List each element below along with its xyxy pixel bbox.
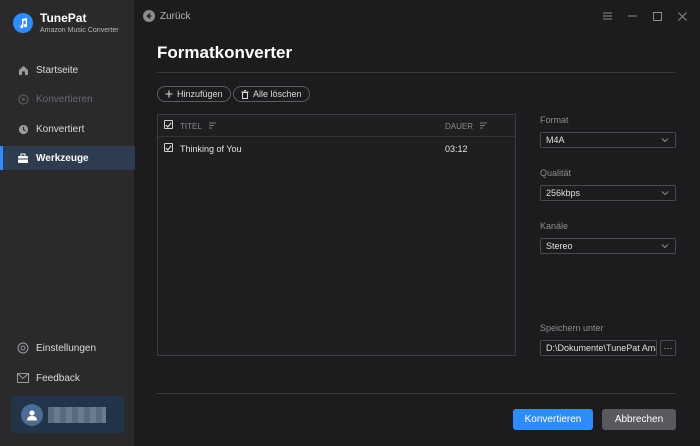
sidebar-item-konvertieren[interactable]: Konvertieren — [0, 87, 135, 111]
more-dots-icon: ··· — [663, 343, 673, 353]
sidebar-item-label: Startseite — [36, 64, 79, 76]
back-label: Zurück — [160, 10, 191, 22]
back-arrow-icon — [143, 10, 155, 22]
convert-button[interactable]: Konvertieren — [513, 409, 593, 430]
quality-select[interactable]: 256kbps — [540, 185, 676, 201]
channels-select[interactable]: Stereo — [540, 238, 676, 254]
user-account[interactable] — [11, 396, 124, 433]
save-path-input[interactable]: D:\Dokumente\TunePat Amazon Music Conver… — [540, 340, 657, 356]
table-header: TITEL DAUER — [158, 115, 515, 137]
track-table: TITEL DAUER Thinking of You 03:12 — [157, 114, 516, 356]
home-icon — [17, 64, 29, 76]
table-row[interactable]: Thinking of You 03:12 — [158, 137, 515, 159]
window-controls — [601, 9, 688, 23]
format-label: Format — [540, 115, 569, 125]
browse-button[interactable]: ··· — [660, 340, 676, 356]
menu-icon[interactable] — [601, 9, 613, 23]
cancel-button[interactable]: Abbrechen — [602, 409, 676, 430]
toolbox-icon — [17, 152, 29, 164]
sidebar-item-feedback[interactable]: Feedback — [0, 366, 135, 390]
chevron-down-icon — [661, 189, 669, 199]
sidebar-item-label: Werkzeuge — [36, 152, 89, 164]
channels-label: Kanäle — [540, 221, 569, 231]
mail-icon — [17, 372, 29, 384]
page-title: Formatkonverter — [157, 43, 293, 62]
divider — [157, 393, 675, 394]
maximize-icon[interactable] — [651, 9, 663, 23]
sort-icon — [208, 122, 216, 131]
minimize-icon[interactable] — [626, 9, 638, 23]
avatar — [21, 403, 43, 426]
sidebar-item-label: Einstellungen — [36, 342, 97, 354]
sidebar: TunePat Amazon Music Converter Startseit… — [0, 0, 135, 446]
add-label: Hinzufügen — [177, 89, 223, 99]
quality-label: Qualität — [540, 168, 572, 178]
sidebar-item-werkzeuge[interactable]: Werkzeuge — [0, 146, 135, 170]
close-icon[interactable] — [676, 9, 688, 23]
clear-all-button[interactable]: Alle löschen — [233, 86, 310, 102]
sidebar-item-startseite[interactable]: Startseite — [0, 58, 135, 82]
back-button[interactable]: Zurück — [143, 10, 191, 22]
row-checkbox[interactable] — [164, 143, 173, 152]
column-title[interactable]: TITEL — [180, 122, 216, 131]
main-panel: Zurück Formatkonverter Hinzufügen Alle l… — [135, 0, 700, 446]
track-duration: 03:12 — [445, 144, 468, 154]
column-duration[interactable]: DAUER — [445, 122, 488, 131]
settings-icon — [17, 342, 29, 354]
sidebar-item-einstellungen[interactable]: Einstellungen — [0, 336, 135, 360]
convert-icon — [17, 93, 29, 105]
sidebar-item-label: Feedback — [36, 372, 80, 384]
sidebar-item-label: Konvertiert — [36, 123, 85, 135]
sort-icon — [480, 122, 488, 131]
chevron-down-icon — [661, 136, 669, 146]
add-button[interactable]: Hinzufügen — [157, 86, 231, 102]
plus-icon — [165, 90, 173, 98]
app-window: TunePat Amazon Music Converter Startseit… — [0, 0, 700, 446]
sidebar-item-konvertiert[interactable]: Konvertiert — [0, 117, 135, 141]
clock-icon — [17, 123, 29, 135]
brand-subtitle: Amazon Music Converter — [40, 27, 119, 34]
clear-all-label: Alle löschen — [253, 89, 302, 99]
chevron-down-icon — [661, 242, 669, 252]
music-note-logo-icon — [13, 13, 33, 33]
brand-name: TunePat — [40, 11, 87, 25]
save-location-label: Speichern unter — [540, 323, 604, 333]
sidebar-item-label: Konvertieren — [36, 93, 93, 105]
track-title: Thinking of You — [180, 144, 242, 154]
format-select[interactable]: M4A — [540, 132, 676, 148]
divider — [157, 72, 675, 73]
select-all-checkbox[interactable] — [164, 120, 173, 129]
user-name-redacted — [48, 406, 106, 423]
trash-icon — [241, 89, 249, 99]
brand: TunePat Amazon Music Converter — [13, 11, 119, 35]
